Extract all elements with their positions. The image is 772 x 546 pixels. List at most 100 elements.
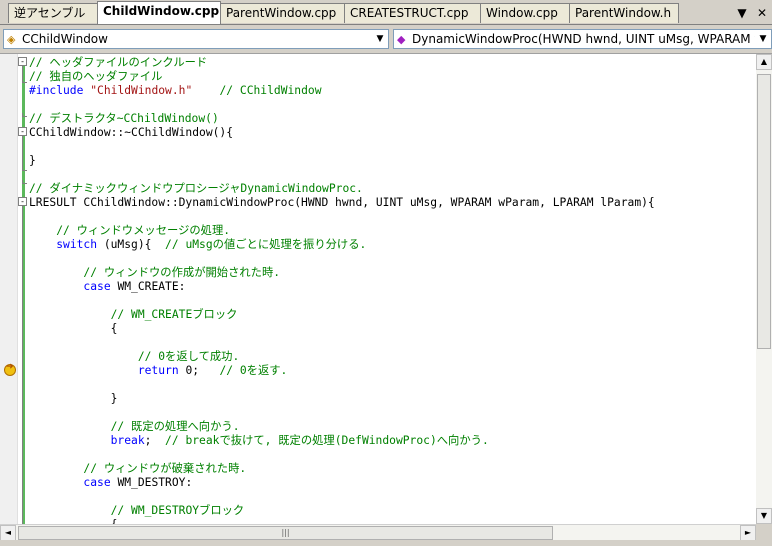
collapse-region-icon[interactable]: - [18, 127, 27, 136]
class-dropdown[interactable]: ◈ CChildWindow ▼ [3, 29, 389, 49]
scroll-right-icon[interactable]: ► [740, 525, 756, 541]
code-line: // ダイナミックウィンドウプロシージャDynamicWindowProc. [29, 182, 363, 196]
collapse-region-icon[interactable]: - [18, 197, 27, 206]
code-token: // 0を返して成功. [137, 350, 240, 363]
code-token: // ウィンドウの作成が開始された時. [83, 266, 281, 279]
code-token: LRESULT CChildWindow::DynamicWindowProc(… [29, 196, 655, 209]
code-token: WM_DESTROY: [110, 476, 193, 489]
tab-0[interactable]: 逆アセンブル [8, 3, 98, 23]
code-line: // 独自のヘッダファイル [29, 70, 162, 84]
class-icon: ◈ [7, 33, 16, 46]
chevron-down-icon[interactable]: ▼ [755, 30, 771, 48]
code-token: #include [29, 84, 84, 97]
indicator-margin[interactable] [0, 54, 18, 524]
code-line: return 0; // 0を返す. [29, 364, 288, 378]
collapse-region-icon[interactable]: - [18, 57, 27, 66]
code-line: // WM_DESTROYブロック [29, 504, 245, 518]
tab-list-dropdown-icon[interactable]: ▼ [734, 5, 750, 21]
chevron-down-icon[interactable]: ▼ [372, 30, 388, 48]
code-line: break; // breakで抜けて, 既定の処理(DefWindowProc… [29, 434, 489, 448]
code-line: } [29, 392, 118, 406]
code-token: switch [56, 238, 98, 251]
scroll-down-icon[interactable]: ▼ [756, 508, 772, 524]
code-token: // 独自のヘッダファイル [29, 70, 163, 83]
method-icon: ◆ [397, 33, 406, 46]
code-token: 0; [178, 364, 220, 377]
code-line: } [29, 154, 36, 168]
code-line: case WM_CREATE: [29, 280, 185, 294]
code-line: // ウィンドウの作成が開始された時. [29, 266, 280, 280]
code-line: // デストラクタ~CChildWindow() [29, 112, 219, 126]
code-token: // 0を返す. [219, 364, 288, 377]
code-token: (uMsg){ [97, 238, 166, 251]
scroll-up-icon[interactable]: ▲ [756, 54, 772, 70]
code-line: switch (uMsg){ // uMsgの値ごとに処理を振り分ける. [29, 238, 366, 252]
code-line: case WM_DESTROY: [29, 476, 192, 490]
document-tab-bar: 逆アセンブル ChildWindow.cpp ParentWindow.cpp CRE… [0, 0, 772, 25]
tab-2[interactable]: ParentWindow.cpp [220, 3, 345, 23]
code-line: // ウィンドウメッセージの処理. [29, 224, 230, 238]
code-token: ; [144, 434, 166, 447]
horizontal-scroll-thumb[interactable]: ||| [18, 526, 553, 540]
close-tab-icon[interactable]: ✕ [754, 5, 770, 21]
code-token: // デストラクタ~CChildWindow() [29, 112, 219, 125]
code-editor[interactable]: - - - // ヘッダファイルのインクルード// 独自のヘッダファイル #inc… [0, 54, 756, 524]
code-token: CChildWindow::~CChildWindow(){ [29, 126, 234, 139]
code-line: LRESULT CChildWindow::DynamicWindowProc(… [29, 196, 655, 210]
navigation-bar: ◈ CChildWindow ▼ ◆ DynamicWindowProc(HWN… [0, 25, 772, 54]
code-token: case [83, 476, 111, 489]
tab-4[interactable]: Window.cpp [480, 3, 570, 23]
horizontal-scrollbar[interactable]: ◄ ||| ► [0, 524, 756, 541]
code-token: } [29, 392, 118, 405]
code-token: // ウィンドウが破棄された時. [83, 462, 247, 475]
code-token: } [29, 154, 36, 167]
code-token: "ChildWindow.h" [90, 84, 193, 97]
vertical-scrollbar[interactable]: ▲ ▼ [756, 54, 772, 524]
code-token: // CChildWindow [219, 84, 322, 97]
member-dropdown[interactable]: ◆ DynamicWindowProc(HWND hwnd, UINT uMsg… [393, 29, 772, 49]
code-token: // WM_DESTROYブロック [110, 504, 245, 517]
tab-1[interactable]: ChildWindow.cpp [97, 1, 221, 24]
code-line: CChildWindow::~CChildWindow(){ [29, 126, 233, 140]
code-line: // ウィンドウが破棄された時. [29, 462, 246, 476]
code-token: return [137, 364, 179, 377]
code-line: { [29, 322, 118, 336]
code-token: // 既定の処理へ向かう. [110, 420, 240, 433]
code-token: WM_CREATE: [110, 280, 186, 293]
code-token: // ウィンドウメッセージの処理. [56, 224, 231, 237]
code-token: // uMsgの値ごとに処理を振り分ける. [165, 238, 367, 251]
code-token: break [110, 434, 145, 447]
tab-5[interactable]: ParentWindow.h [569, 3, 679, 23]
scroll-left-icon[interactable]: ◄ [0, 525, 16, 541]
vertical-scroll-thumb[interactable] [757, 74, 771, 349]
code-token: case [83, 280, 111, 293]
scrollbar-corner [756, 524, 772, 540]
breakpoint-icon[interactable]: ➜ [4, 362, 16, 376]
member-dropdown-value: DynamicWindowProc(HWND hwnd, UINT uMsg, … [412, 32, 765, 46]
class-dropdown-value: CChildWindow [22, 32, 108, 46]
code-line: // 既定の処理へ向かう. [29, 420, 240, 434]
bottom-frame [0, 540, 772, 546]
code-token: // WM_CREATEブロック [110, 308, 238, 321]
code-token: // ヘッダファイルのインクルード [29, 56, 208, 69]
code-line: // 0を返して成功. [29, 350, 239, 364]
code-token: { [29, 322, 118, 335]
code-line: // WM_CREATEブロック [29, 308, 238, 322]
code-token: // ダイナミックウィンドウプロシージャDynamicWindowProc. [29, 182, 363, 195]
tab-3[interactable]: CREATESTRUCT.cpp [344, 3, 481, 23]
code-token: // breakで抜けて, 既定の処理(DefWindowProc)へ向かう. [165, 434, 489, 447]
code-line: // ヘッダファイルのインクルード [29, 56, 207, 70]
